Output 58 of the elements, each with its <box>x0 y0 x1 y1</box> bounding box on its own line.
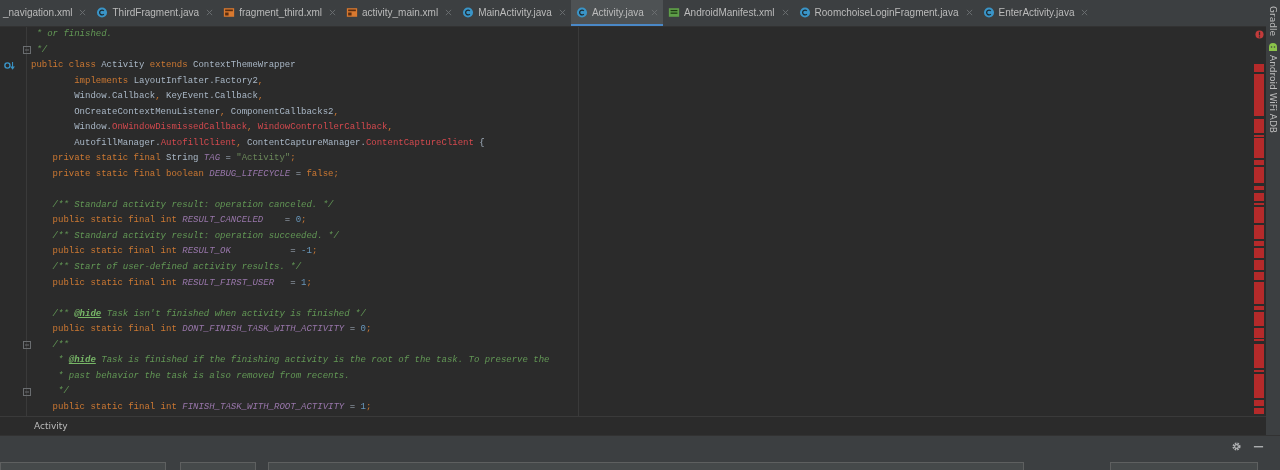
code-line: /** @hide Task isn't finished when activity is finished */ <box>51 308 366 319</box>
code-line: /** Start of user-defined activity results. */ <box>51 261 302 272</box>
code-line: public static final int DONT_FINISH_TASK_WITH_ACTIVITY = 0; <box>51 324 372 335</box>
code-line: OnCreateContextMenuListener, ComponentCallbacks2, <box>73 106 339 117</box>
editor-tab[interactable]: MainActivity.java <box>457 0 571 26</box>
code-line: */ <box>57 386 69 397</box>
code-line: * or finished. <box>35 29 112 39</box>
code-line: */ <box>35 44 48 55</box>
close-icon[interactable] <box>781 8 789 16</box>
close-icon[interactable] <box>650 8 658 16</box>
code-line: Window.OnWindowDismissedCallback, WindowControllerCallback, <box>73 122 393 133</box>
code-line: private static final boolean DEBUG_LIFECYCLE = false; <box>51 168 339 179</box>
code-line: public static final int FINISH_TASK_WITH_ROOT_ACTIVITY = 1; <box>51 401 372 412</box>
code-line: public static final int RESULT_OK = -1; <box>51 246 318 257</box>
close-icon[interactable] <box>1081 8 1089 16</box>
editor-tab[interactable]: Activity.java <box>570 0 663 26</box>
error-icon[interactable] <box>1254 30 1264 39</box>
breadcrumb[interactable]: Activity <box>34 421 68 432</box>
close-icon[interactable] <box>329 8 336 16</box>
class-icon <box>462 6 475 18</box>
tool-window-tab[interactable]: Android WiFi ADB <box>1268 41 1278 133</box>
tool-window-tab[interactable]: Gradle <box>1268 6 1278 36</box>
fold-icon[interactable] <box>23 341 31 350</box>
class-icon <box>798 6 811 18</box>
fold-icon[interactable] <box>23 46 31 55</box>
code-line: public static final int RESULT_CANCELED = 0; <box>51 215 307 226</box>
fold-icon[interactable] <box>23 388 31 396</box>
code-line: private static final String TAG = "Activity"; <box>51 153 296 164</box>
close-icon[interactable] <box>558 8 566 16</box>
code-line: /** Standard activity result: operation canceled. */ <box>51 199 334 210</box>
editor-tab[interactable]: AndroidManifest.xml <box>662 0 794 26</box>
editor-tab[interactable]: fragment_third.xml <box>218 0 341 26</box>
settings-icon[interactable] <box>1231 440 1242 452</box>
close-icon[interactable] <box>445 8 453 16</box>
code-line: /** Standard activity result: operation succeeded. */ <box>51 230 339 241</box>
editor-tab[interactable]: ThirdFragment.java <box>91 0 219 26</box>
code-line: public static final int RESULT_FIRST_USER = 1; <box>51 277 312 288</box>
code-line: * past behavior the task is also removed from recents. <box>57 370 350 381</box>
code-line: Window.Callback, KeyEvent.Callback, <box>73 91 264 102</box>
layout-file-icon <box>346 6 358 18</box>
code-line: AutofillManager.AutofillClient, ContentCaptureManager.ContentCaptureClient { <box>73 137 485 148</box>
manifest-file-icon <box>667 6 680 18</box>
code-line: * @hide Task is finished if the finishing activity is the root of the task. To preserve the <box>57 355 550 366</box>
editor-tab[interactable]: _navigation.xml <box>0 0 92 26</box>
editor-tab[interactable]: RoomchoiseLoginFragment.java <box>793 0 978 26</box>
code-line: implements LayoutInflater.Factory2, <box>73 75 264 86</box>
code-line: /** <box>51 339 69 350</box>
close-icon[interactable] <box>79 8 87 16</box>
class-icon <box>575 6 588 18</box>
close-icon[interactable] <box>965 8 973 16</box>
override-icon[interactable] <box>4 61 16 71</box>
layout-file-icon <box>223 6 236 18</box>
class-icon <box>982 6 995 18</box>
editor-tab[interactable]: activity_main.xml <box>341 0 458 26</box>
editor-tab[interactable]: EnterActivity.java <box>977 0 1094 26</box>
class-icon <box>96 6 109 18</box>
close-icon[interactable] <box>206 8 214 16</box>
code-line: public class Activity extends ContextThemeWrapper <box>31 60 296 71</box>
